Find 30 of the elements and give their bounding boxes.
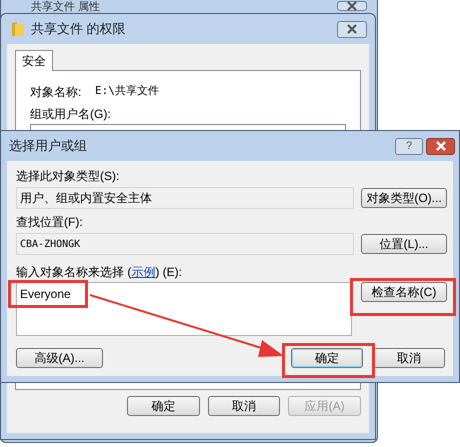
help-button[interactable]: ? <box>395 138 423 154</box>
dialog-button[interactable]: 取消 <box>373 348 445 368</box>
dialog-button[interactable]: 位置(L)... <box>361 234 447 254</box>
window-title: 共享文件 属性 <box>31 1 100 13</box>
dialog-button[interactable]: 对象类型(O)... <box>361 188 447 208</box>
dialog-button[interactable]: 检查名称(C) <box>361 282 447 302</box>
readonly-field: 用户、组或内置安全主体 <box>16 187 354 209</box>
close-button[interactable] <box>337 20 367 38</box>
field-label: 查找位置(F): <box>16 214 84 230</box>
names-input[interactable]: Everyone <box>16 282 352 336</box>
field-label: 组或用户名(G): <box>30 106 112 123</box>
dialog-button[interactable]: 取消 <box>208 396 280 416</box>
field-label: 选择此对象类型(S): <box>16 168 120 184</box>
field-label: 输入对象名称来选择 (示例) (E): <box>16 264 184 280</box>
close-icon <box>345 24 359 34</box>
close-icon <box>434 141 448 151</box>
dialog-title: 选择用户或组 <box>9 137 88 156</box>
dialog-button[interactable]: 高级(A)... <box>16 348 103 368</box>
readonly-field: CBA-ZHONGK <box>16 233 354 255</box>
tab[interactable]: 安全 <box>15 50 53 71</box>
dialog-button[interactable]: 确定 <box>291 348 363 368</box>
folder-icon <box>11 21 25 37</box>
close-button[interactable] <box>337 1 367 11</box>
object-name: E:\共享文件 <box>95 83 159 99</box>
dialog-button[interactable]: 确定 <box>127 396 200 416</box>
window-title: 共享文件 的权限 <box>31 20 127 38</box>
example-link[interactable]: 示例 <box>131 265 156 279</box>
field-label: 对象名称: <box>30 84 82 101</box>
close-icon <box>345 1 359 11</box>
close-button[interactable] <box>426 138 455 154</box>
